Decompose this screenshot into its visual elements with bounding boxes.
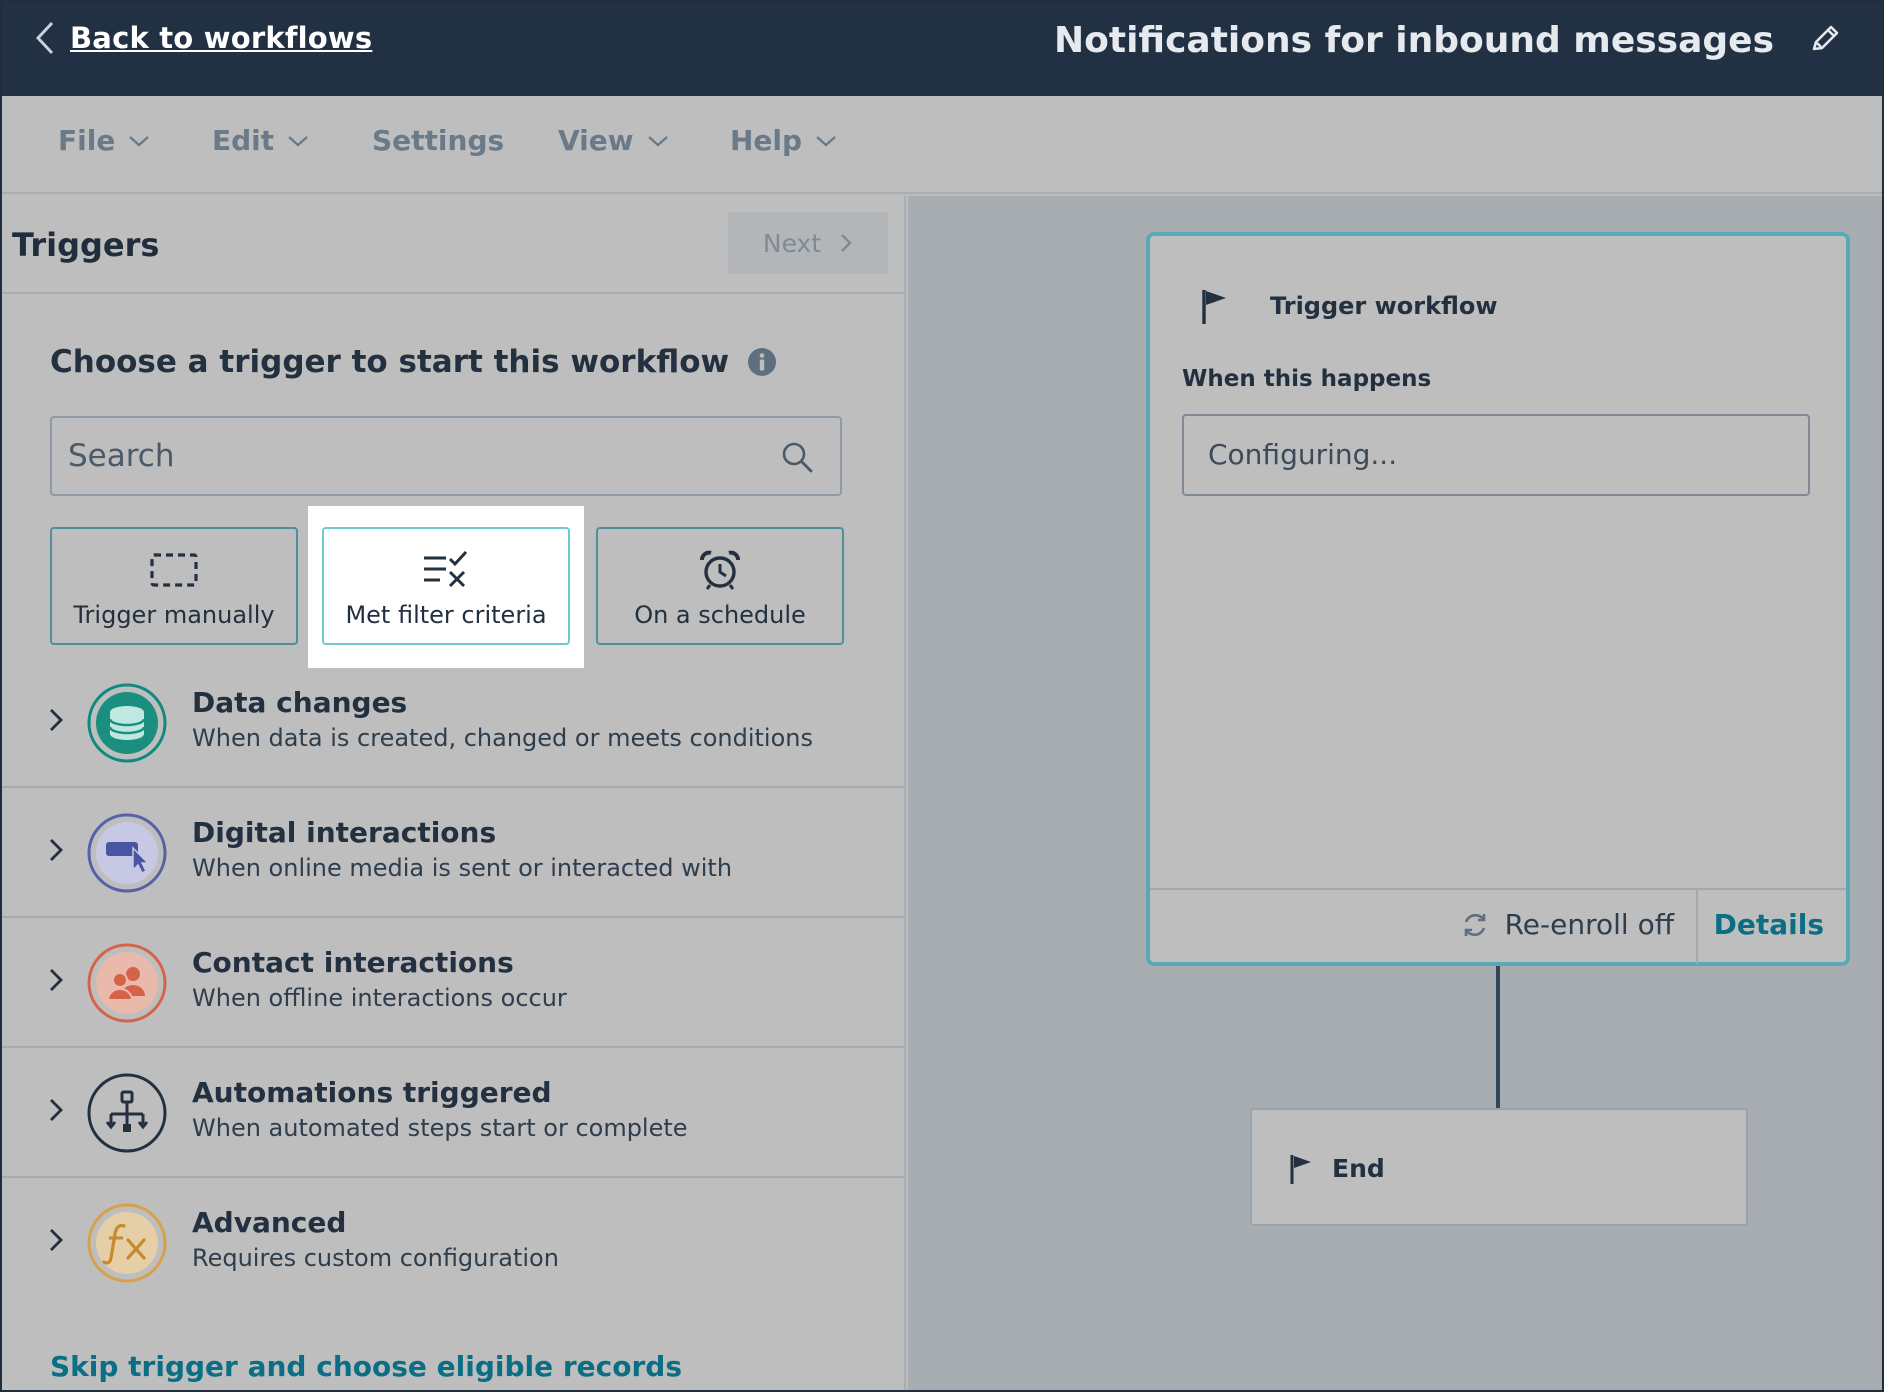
search-icon[interactable] <box>780 440 814 474</box>
chevron-down-icon <box>288 135 308 147</box>
category-description: When data is created, changed or meets c… <box>192 724 813 752</box>
choose-trigger-heading: Choose a trigger to start this workflow <box>50 344 777 380</box>
chevron-right-icon <box>50 709 63 731</box>
menu-settings-label: Settings <box>372 124 505 157</box>
back-link-label: Back to workflows <box>70 21 373 55</box>
category-description: When offline interactions occur <box>192 984 567 1012</box>
pencil-edit-icon[interactable] <box>1808 22 1842 56</box>
info-icon[interactable] <box>747 347 777 377</box>
chevron-down-icon <box>129 135 150 147</box>
panel-header: Triggers Next <box>2 196 906 294</box>
footer-divider <box>1696 890 1698 964</box>
details-link[interactable]: Details <box>1714 908 1824 941</box>
when-this-happens-label: When this happens <box>1182 366 1432 392</box>
refresh-icon <box>1464 913 1485 936</box>
chevron-right-icon <box>841 234 852 252</box>
category-title: Automations triggered <box>192 1076 552 1109</box>
back-to-workflows-link[interactable]: Back to workflows <box>34 20 372 56</box>
choose-trigger-text: Choose a trigger to start this workflow <box>50 344 730 380</box>
end-card[interactable]: End <box>1250 1108 1748 1226</box>
alarm-clock-icon <box>700 550 740 590</box>
next-button[interactable]: Next <box>728 212 888 274</box>
config-status-text: Configuring... <box>1208 438 1398 471</box>
trigger-workflow-card[interactable]: Trigger workflow When this happens Confi… <box>1146 232 1850 966</box>
category-automations-triggered[interactable]: Automations triggered When automated ste… <box>2 1048 906 1178</box>
menu-file-label: File <box>58 124 116 157</box>
chevron-down-icon <box>647 135 668 147</box>
chevron-right-icon <box>50 1229 63 1251</box>
category-title: Advanced <box>192 1206 347 1239</box>
category-title: Data changes <box>192 686 408 719</box>
flag-icon <box>1202 290 1226 324</box>
contacts-icon <box>87 943 167 1023</box>
category-title: Contact interactions <box>192 946 514 979</box>
menu-view[interactable]: View <box>558 124 670 157</box>
category-digital-interactions[interactable]: Digital interactions When online media i… <box>2 788 906 918</box>
trigger-card-footer: Re-enroll off Details <box>1150 888 1846 964</box>
reenroll-label: Re-enroll off <box>1504 908 1674 941</box>
filter-criteria-icon <box>424 550 468 588</box>
trigger-config-field[interactable]: Configuring... <box>1182 414 1810 496</box>
workflow-editor: Back to workflows Notifications for inbo… <box>2 2 1882 1390</box>
menu-help-label: Help <box>730 124 803 157</box>
category-description: When online media is sent or interacted … <box>192 854 733 882</box>
cursor-click-icon <box>87 813 167 893</box>
workflow-tree-icon <box>87 1073 167 1153</box>
menu-settings[interactable]: Settings <box>372 124 504 157</box>
on-a-schedule-label: On a schedule <box>634 601 806 629</box>
chevron-right-icon <box>50 969 63 991</box>
database-icon <box>87 683 167 763</box>
category-data-changes[interactable]: Data changes When data is created, chang… <box>2 658 906 788</box>
chevron-right-icon <box>50 839 63 861</box>
menu-edit[interactable]: Edit <box>212 124 310 157</box>
next-button-label: Next <box>762 228 822 258</box>
connector-line <box>1496 966 1500 1108</box>
on-a-schedule-card[interactable]: On a schedule <box>596 527 844 645</box>
reenroll-toggle[interactable]: Re-enroll off <box>1461 908 1674 941</box>
triggers-panel: Triggers Next Choose a trigger to start … <box>2 196 906 1390</box>
menu-edit-label: Edit <box>212 124 275 157</box>
category-title: Digital interactions <box>192 816 497 849</box>
category-advanced[interactable]: Advanced Requires custom configuration <box>2 1178 906 1308</box>
met-filter-criteria-label: Met filter criteria <box>345 601 547 629</box>
menu-file[interactable]: File <box>58 124 151 157</box>
menu-help[interactable]: Help <box>730 124 838 157</box>
category-contact-interactions[interactable]: Contact interactions When offline intera… <box>2 918 906 1048</box>
chevron-left-icon <box>35 21 54 55</box>
menu-view-label: View <box>558 124 634 157</box>
function-fx-icon <box>87 1203 167 1283</box>
met-filter-criteria-card[interactable]: Met filter criteria <box>322 527 570 645</box>
chevron-right-icon <box>50 1099 63 1121</box>
dashed-box-icon <box>150 553 198 587</box>
category-description: Requires custom configuration <box>192 1244 559 1272</box>
end-label: End <box>1332 1154 1385 1183</box>
search-input[interactable] <box>68 418 748 494</box>
panel-title: Triggers <box>12 226 160 264</box>
flag-icon <box>1290 1155 1311 1184</box>
trigger-card-title: Trigger workflow <box>1270 292 1498 320</box>
trigger-manually-card[interactable]: Trigger manually <box>50 527 298 645</box>
top-bar: Back to workflows Notifications for inbo… <box>2 2 1882 96</box>
trigger-manually-label: Trigger manually <box>73 601 275 629</box>
search-field <box>50 416 842 496</box>
menu-bar: File Edit Settings View Help <box>2 96 1882 194</box>
category-description: When automated steps start or complete <box>192 1114 688 1142</box>
skip-trigger-link[interactable]: Skip trigger and choose eligible records <box>50 1350 682 1383</box>
chevron-down-icon <box>816 135 836 147</box>
workflow-title: Notifications for inbound messages <box>1054 20 1774 61</box>
workflow-canvas: Trigger workflow When this happens Confi… <box>908 196 1882 1390</box>
